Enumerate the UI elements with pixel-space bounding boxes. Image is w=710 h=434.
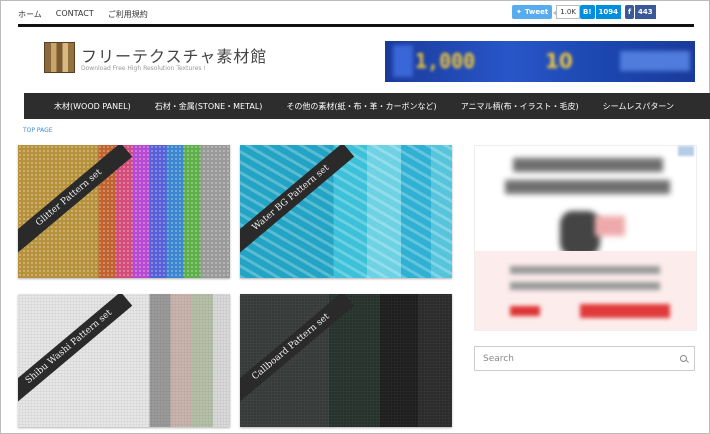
facebook-share[interactable]: f 443 [625,5,656,19]
top-nav-contact[interactable]: CONTACT [56,9,94,20]
search-box[interactable]: Search [474,346,695,371]
ad-info-panel [475,251,696,330]
header-divider [18,24,694,27]
card-washi[interactable]: Shibu Washi Pattern set [18,294,230,427]
banner-cta [620,51,690,71]
search-icon[interactable] [680,355,687,362]
search-placeholder: Search [483,353,514,364]
ad-choices-icon[interactable] [678,146,694,156]
banner-graphic [393,45,413,77]
ad-info-line1 [510,266,660,274]
ad-illustration-accent [595,216,625,236]
main-nav: 木材(WOOD PANEL) 石材・金属(STONE・METAL) その他の素材… [24,93,710,119]
ad-info-line2 [510,282,660,290]
top-nav: ホーム CONTACT ご利用規約 [18,9,148,20]
nav-item-animal[interactable]: アニマル柄(布・イラスト・毛皮) [461,101,579,112]
tweet-share[interactable]: ✦ Tweet 1.0K [512,5,580,19]
tweet-button[interactable]: ✦ Tweet [512,5,553,19]
sidebar-ad[interactable] [474,145,697,331]
top-bar: ホーム CONTACT ご利用規約 ✦ Tweet 1.0K B! 1094 f… [1,1,709,27]
nav-item-seamless[interactable]: シームレスパターン [603,101,674,112]
ad-headline-line1 [513,158,663,172]
ad-logo [510,306,540,316]
top-nav-home[interactable]: ホーム [18,9,42,20]
facebook-count: 443 [634,5,656,19]
hatena-button[interactable]: B! [580,5,595,19]
hatena-count: 1094 [594,5,622,19]
ad-illustration [560,211,600,256]
site-logo-icon[interactable] [44,42,75,73]
facebook-button[interactable]: f [625,5,635,19]
ad-cta-button[interactable] [580,304,670,318]
card-glitter[interactable]: Glitter Pattern set [18,145,230,278]
banner-text-a: 1,000 [415,49,476,73]
card-callboard[interactable]: Callboard Pattern set [240,294,452,427]
tweet-label: Tweet [524,8,549,16]
nav-item-stone-metal[interactable]: 石材・金属(STONE・METAL) [155,101,263,112]
card-water[interactable]: Water BG Pattern set [240,145,452,278]
hatena-share[interactable]: B! 1094 [580,5,622,19]
header-ad-banner[interactable]: 1,000 10 [385,41,695,82]
site-title[interactable]: フリーテクスチャ素材館 [81,43,267,67]
ad-headline-line2 [505,180,670,194]
tweet-count: 1.0K [553,5,580,19]
twitter-bird-icon: ✦ [516,8,522,16]
banner-text-b: 10 [545,49,573,73]
nav-item-wood[interactable]: 木材(WOOD PANEL) [54,101,131,112]
nav-item-other[interactable]: その他の素材(紙・布・革・カーボンなど) [286,101,436,112]
breadcrumb[interactable]: TOP PAGE [23,127,53,134]
top-nav-terms[interactable]: ご利用規約 [108,9,148,20]
site-subtitle: Download Free High Resolution Textures ! [81,65,206,72]
